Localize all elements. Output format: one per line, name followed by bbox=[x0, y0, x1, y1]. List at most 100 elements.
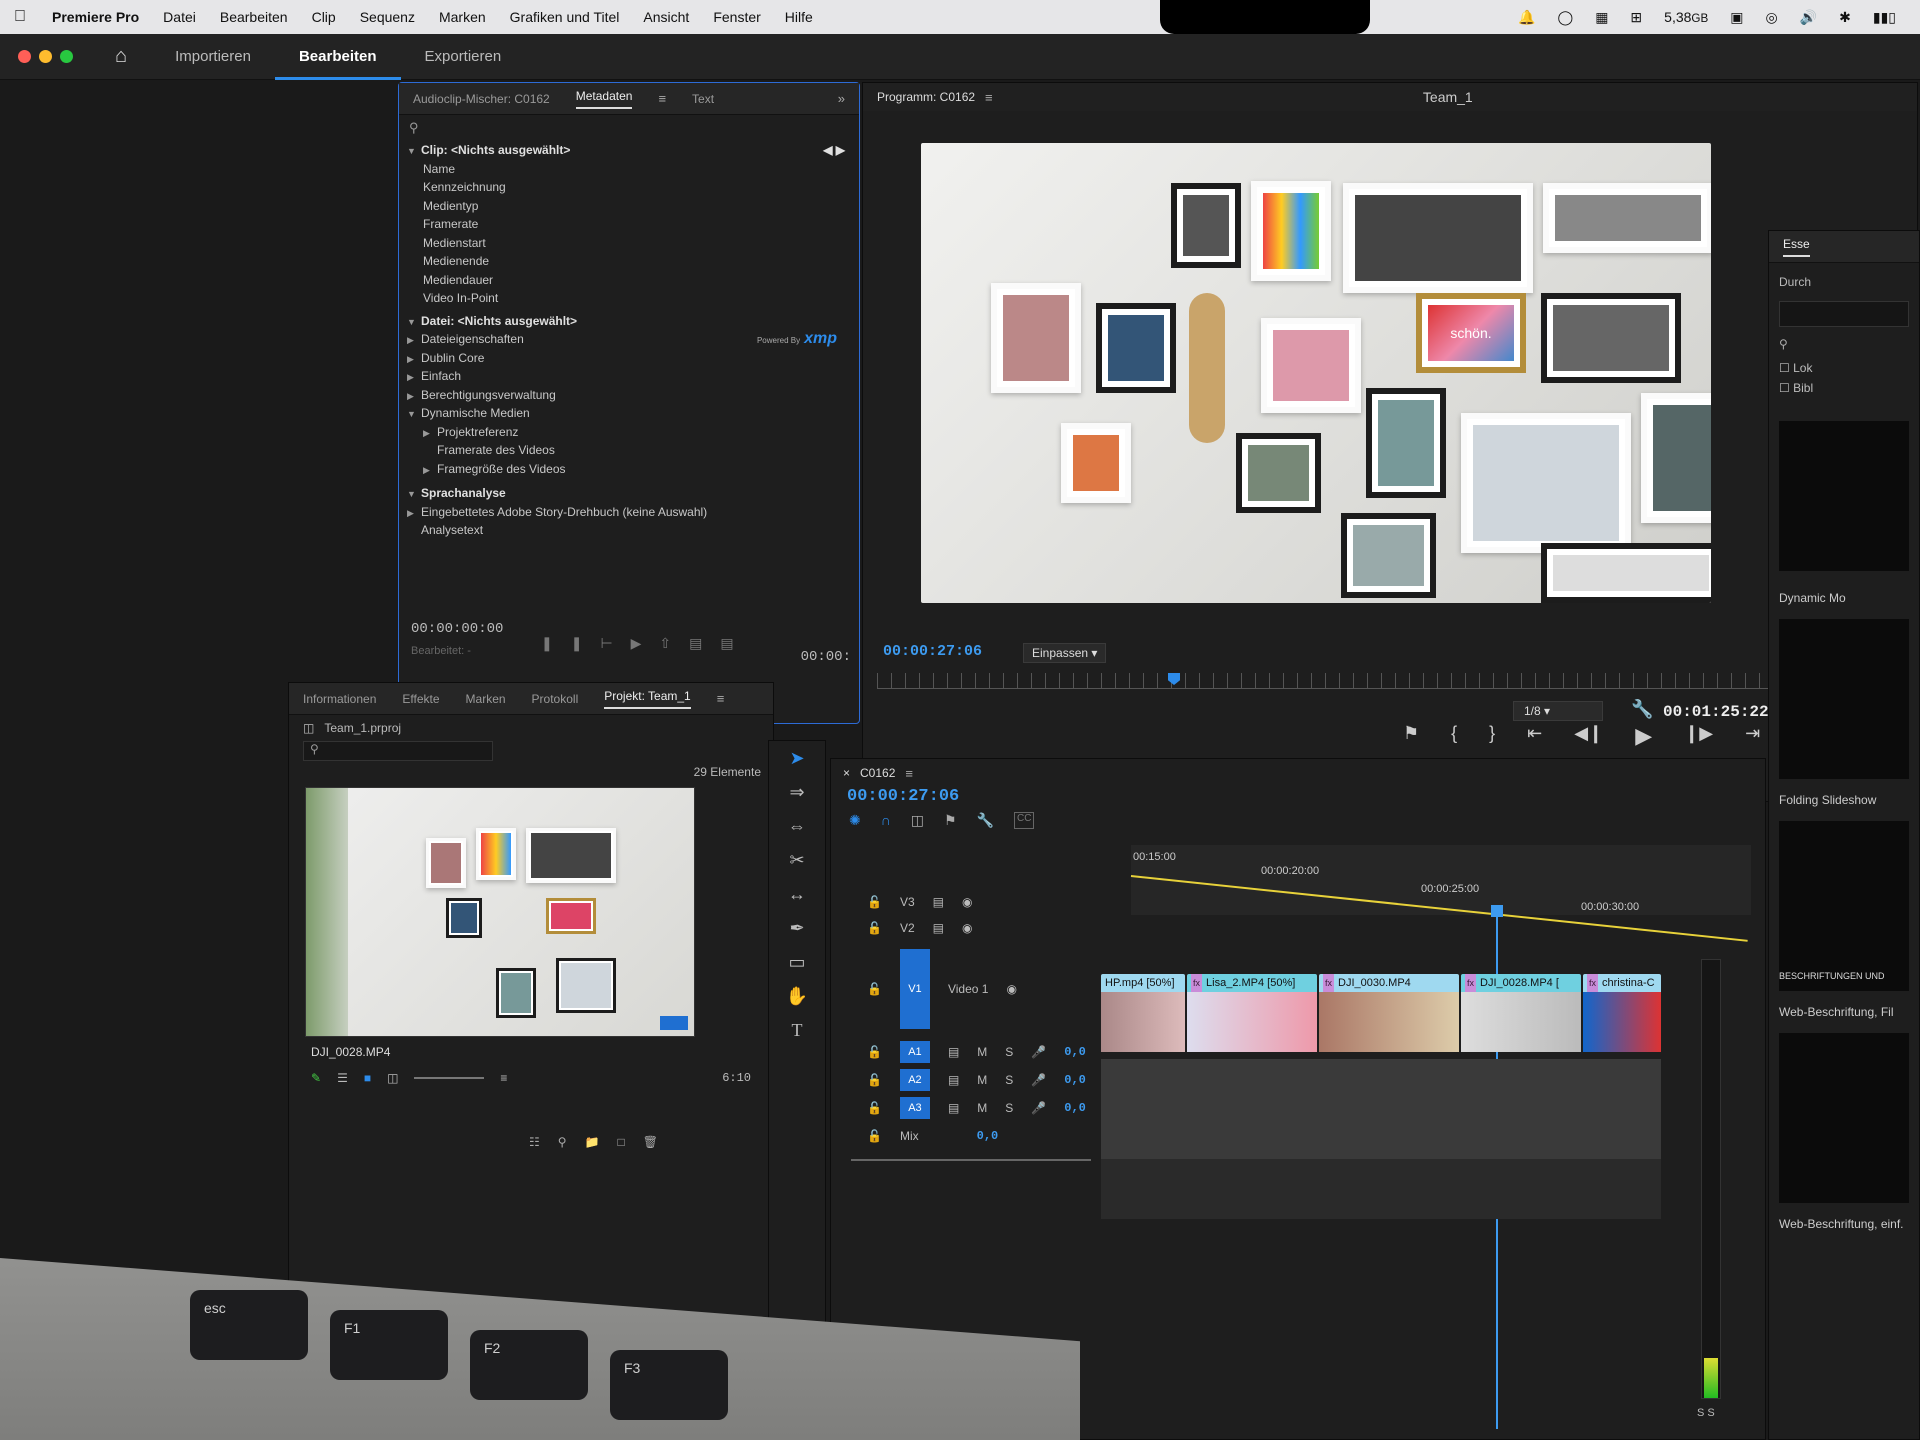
template-web-caption-simple[interactable]: Web-Beschriftung, einf. bbox=[1769, 1217, 1919, 1231]
clip-hp[interactable]: HP.mp4 [50%] bbox=[1101, 974, 1185, 1054]
lock-icon[interactable]: 🔓 bbox=[867, 1045, 882, 1059]
clip-christina[interactable]: fx christina-C bbox=[1583, 974, 1661, 1054]
apple-menu-icon[interactable]:  bbox=[0, 8, 40, 26]
pen-tool-icon[interactable]: ✒ bbox=[769, 911, 825, 945]
mic-icon[interactable]: 🎤 bbox=[1031, 1101, 1046, 1115]
sort-icon[interactable]: ≡ bbox=[500, 1071, 507, 1085]
track-volume[interactable]: 0,0 bbox=[1064, 1101, 1086, 1115]
tab-projekt[interactable]: Projekt: Team_1 bbox=[604, 689, 691, 709]
template-folding[interactable]: Folding Slideshow bbox=[1769, 793, 1919, 807]
solo-button[interactable]: S bbox=[1005, 1073, 1013, 1087]
sub-framegroesse[interactable]: ▶ Framegröße des Videos bbox=[423, 460, 851, 479]
checkbox-library[interactable]: ☐ Bibl bbox=[1769, 375, 1919, 401]
wrench-icon[interactable]: 🔧 bbox=[1631, 699, 1653, 720]
clip-dji-0030[interactable]: fx DJI_0030.MP4 bbox=[1319, 974, 1459, 1054]
solo-button[interactable]: S bbox=[1005, 1101, 1013, 1115]
sync-icon[interactable]: ▤ bbox=[948, 1073, 959, 1087]
close-tab-icon[interactable]: × bbox=[843, 766, 850, 780]
program-title[interactable]: Programm: C0162 bbox=[877, 90, 975, 104]
section-berechtigung[interactable]: ▶ Berechtigungsverwaltung bbox=[407, 386, 851, 405]
zoom-window-icon[interactable] bbox=[60, 50, 73, 63]
mute-button[interactable]: M bbox=[977, 1045, 987, 1059]
menu-hilfe[interactable]: Hilfe bbox=[773, 9, 825, 25]
mix-volume[interactable]: 0,0 bbox=[977, 1129, 999, 1143]
marker-icon[interactable]: ⚑ bbox=[1403, 723, 1419, 749]
menu-grafiken[interactable]: Grafiken und Titel bbox=[498, 9, 632, 25]
v1-target[interactable]: V1 bbox=[899, 949, 930, 1029]
tab-importieren[interactable]: Importieren bbox=[151, 34, 275, 80]
mark-out-icon[interactable]: } bbox=[1489, 723, 1495, 749]
settings-wrench-icon[interactable]: 🔧 bbox=[977, 812, 994, 829]
eye-icon[interactable]: ◉ bbox=[962, 921, 972, 935]
graphics-search-input[interactable] bbox=[1779, 301, 1909, 327]
program-time-ruler[interactable] bbox=[877, 673, 1907, 689]
sequence-tab[interactable]: C0162 bbox=[860, 766, 895, 780]
lock-icon[interactable]: 🔓 bbox=[867, 1073, 882, 1087]
tab-text[interactable]: Text bbox=[692, 92, 714, 106]
step-forward-icon[interactable]: ❙▶ bbox=[1684, 723, 1713, 749]
close-window-icon[interactable] bbox=[18, 50, 31, 63]
lock-icon[interactable]: 🔓 bbox=[867, 982, 882, 996]
solo-button[interactable]: S bbox=[1005, 1045, 1013, 1059]
menu-clip[interactable]: Clip bbox=[300, 9, 348, 25]
menu-bearbeiten[interactable]: Bearbeiten bbox=[208, 9, 300, 25]
lock-icon[interactable]: 🔓 bbox=[867, 1129, 882, 1143]
zoom-slider[interactable] bbox=[414, 1077, 485, 1079]
freeform-view-icon[interactable]: ◫ bbox=[387, 1071, 398, 1085]
section-dublin-core[interactable]: ▶ Dublin Core bbox=[407, 349, 851, 368]
panel-menu-icon[interactable]: ≡ bbox=[658, 91, 666, 106]
lock-icon[interactable]: 🔓 bbox=[867, 921, 882, 935]
expand-panels-icon[interactable]: » bbox=[838, 91, 845, 106]
nest-icon[interactable]: ✺ bbox=[849, 812, 861, 829]
tab-exportieren[interactable]: Exportieren bbox=[401, 34, 526, 80]
program-video-frame[interactable]: schön. bbox=[921, 143, 1711, 603]
new-item-icon[interactable]: □ bbox=[618, 1135, 625, 1149]
mic-icon[interactable]: 🎤 bbox=[1031, 1045, 1046, 1059]
grid-icon[interactable]: ▦ bbox=[1595, 9, 1608, 26]
source-transport-icons[interactable]: ❚❚⊢▶⇧▤▤ bbox=[541, 635, 752, 652]
template-dynamic[interactable]: Dynamic Mo bbox=[1769, 591, 1919, 605]
folder-icon[interactable]: 📁 bbox=[585, 1135, 600, 1149]
memory-readout[interactable]: 5,38GB bbox=[1664, 9, 1708, 25]
checkbox-local[interactable]: ☐ Lok bbox=[1769, 361, 1919, 375]
menu-marken[interactable]: Marken bbox=[427, 9, 498, 25]
timeline-timecode[interactable]: 00:00:27:06 bbox=[831, 787, 1765, 806]
play-icon[interactable]: ▶ bbox=[1635, 723, 1652, 749]
panel-menu-icon[interactable]: ≡ bbox=[905, 766, 913, 781]
program-playhead-timecode[interactable]: 00:00:27:06 bbox=[883, 643, 982, 660]
track-volume[interactable]: 0,0 bbox=[1064, 1045, 1086, 1059]
chip-icon[interactable]: ⊞ bbox=[1630, 9, 1642, 26]
tab-essential-graphics[interactable]: Esse bbox=[1783, 237, 1810, 257]
tab-audioclip-mixer[interactable]: Audioclip-Mischer: C0162 bbox=[413, 92, 550, 106]
horizontal-zoom-scrollbar[interactable] bbox=[851, 1159, 1091, 1161]
find-icon[interactable]: ⚲ bbox=[558, 1135, 567, 1149]
airdrop-icon[interactable]: ◎ bbox=[1765, 9, 1777, 26]
mute-button[interactable]: M bbox=[977, 1073, 987, 1087]
template-web-caption[interactable]: Web-Beschriftung, Fil bbox=[1769, 1005, 1919, 1019]
pencil-icon[interactable]: ✎ bbox=[311, 1071, 321, 1085]
clip-dji-0028[interactable]: fx DJI_0028.MP4 [ bbox=[1461, 974, 1581, 1054]
circle-icon[interactable]: ◯ bbox=[1558, 9, 1574, 26]
sync-icon[interactable]: ▤ bbox=[948, 1045, 959, 1059]
panel-menu-icon[interactable]: ≡ bbox=[985, 90, 993, 105]
bin-icon[interactable]: ☷ bbox=[529, 1135, 540, 1149]
tab-marken[interactable]: Marken bbox=[466, 692, 506, 706]
battery-icon[interactable]: ▮▮▯ bbox=[1873, 9, 1896, 26]
lock-icon[interactable]: 🔓 bbox=[867, 1101, 882, 1115]
mark-in-icon[interactable]: { bbox=[1451, 723, 1457, 749]
eye-icon[interactable]: ◉ bbox=[962, 895, 972, 909]
nav-arrows-icon[interactable]: ◀ ▶ bbox=[823, 141, 845, 160]
metadata-search[interactable]: ⚲ bbox=[399, 115, 859, 141]
mic-icon[interactable]: 🎤 bbox=[1031, 1073, 1046, 1087]
slip-tool-icon[interactable]: ↔ bbox=[769, 877, 825, 911]
tab-bearbeiten[interactable]: Bearbeiten bbox=[274, 34, 401, 80]
speech-header[interactable]: ▼ Sprachanalyse bbox=[407, 484, 851, 503]
tab-protokoll[interactable]: Protokoll bbox=[532, 692, 579, 706]
speech-script[interactable]: ▶ Eingebettetes Adobe Story-Drehbuch (kei… bbox=[407, 503, 851, 522]
icon-view-icon[interactable]: ■ bbox=[364, 1071, 371, 1085]
notification-icon[interactable]: 🔔 bbox=[1518, 9, 1535, 26]
browse-label[interactable]: Durch bbox=[1769, 263, 1919, 301]
menu-datei[interactable]: Datei bbox=[151, 9, 208, 25]
snap-icon[interactable]: ∩ bbox=[881, 812, 891, 829]
menu-fenster[interactable]: Fenster bbox=[701, 9, 772, 25]
